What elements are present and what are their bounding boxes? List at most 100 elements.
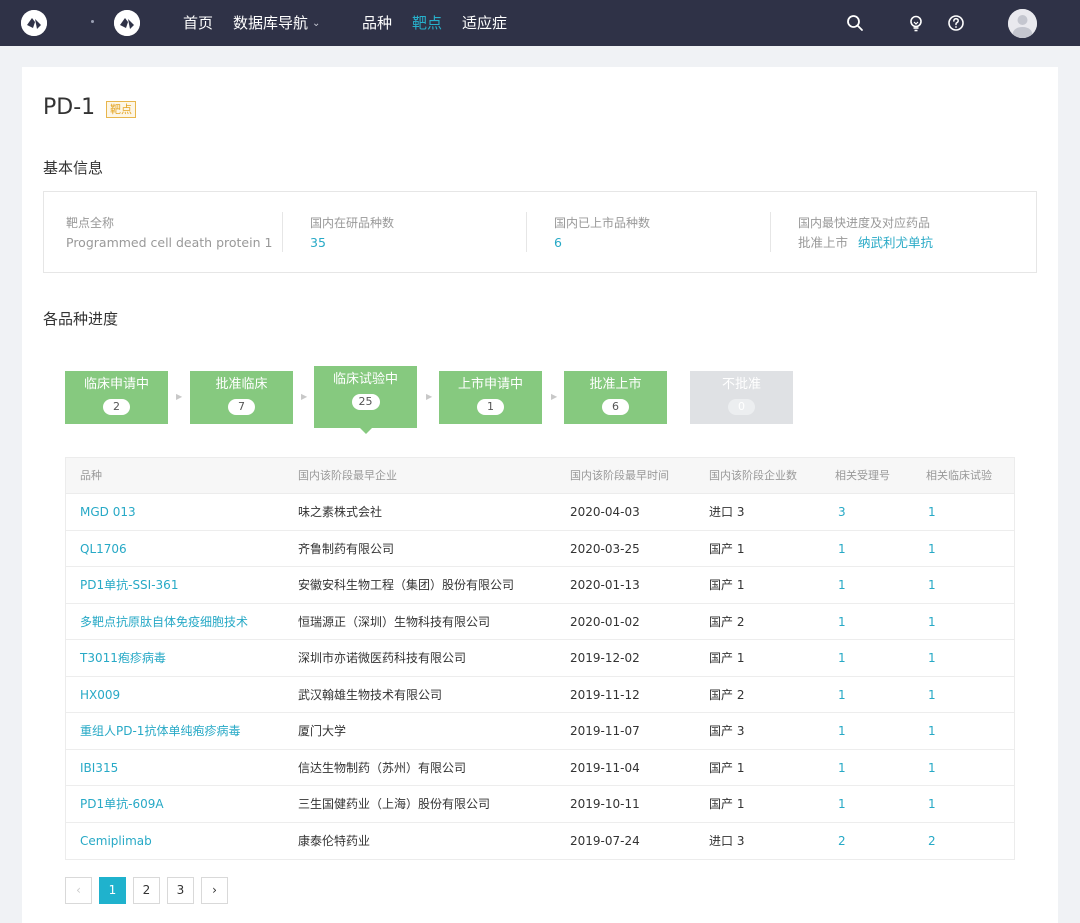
cell-variety-link[interactable]: 重组人PD-1抗体单纯疱疹病毒: [80, 724, 240, 739]
fastest-progress-value: 批准上市 纳武利尤单抗: [798, 235, 933, 251]
cell-earliest-date: 2020-01-13: [570, 578, 640, 592]
table-row: MGD 013 味之素株式会社 2020-04-03 进口 3 3 1: [66, 494, 1014, 531]
stage-clinical-approved[interactable]: 批准临床 7: [190, 371, 293, 424]
cell-company-count: 国产 2: [709, 614, 745, 629]
cell-company-count: 国产 1: [709, 760, 745, 775]
nav-database-label: 数据库导航: [233, 14, 309, 32]
table-row: QL1706 齐鲁制药有限公司 2020-03-25 国产 1 1 1: [66, 531, 1014, 567]
cell-acceptance-no-link[interactable]: 1: [838, 542, 846, 557]
cell-earliest-company: 厦门大学: [298, 724, 347, 738]
stage-label: 不批准: [721, 377, 761, 392]
cell-clinical-trial-link[interactable]: 1: [928, 578, 936, 593]
domestic-marketed-link[interactable]: 6: [554, 235, 650, 251]
cell-clinical-trial-link[interactable]: 1: [928, 651, 936, 666]
col-header-earliest-date: 国内该阶段最早时间: [570, 469, 669, 482]
table-row: Cemiplimab 康泰伦特药业 2019-07-24 进口 3 2 2: [66, 823, 1014, 860]
table-row: PD1单抗-SSI-361 安徽安科生物工程（集团）股份有限公司 2020-01-1…: [66, 567, 1014, 604]
cell-acceptance-no-link[interactable]: 1: [838, 724, 846, 739]
nav-database[interactable]: 数据库导航 ⌄: [233, 14, 320, 33]
nav-home[interactable]: 首页: [183, 14, 213, 32]
cell-earliest-company: 安徽安科生物工程（集团）股份有限公司: [298, 578, 515, 592]
stage-count-badge: 0: [728, 399, 755, 415]
cell-acceptance-no-link[interactable]: 1: [838, 615, 846, 630]
stage-clinical-trial[interactable]: 临床试验中 25: [314, 366, 417, 434]
stage-market-application[interactable]: 上市申请中 1: [439, 371, 542, 424]
domestic-in-research-label: 国内在研品种数: [310, 216, 395, 230]
table-header: 品种 国内该阶段最早企业 国内该阶段最早时间 国内该阶段企业数 相关受理号 相关…: [66, 458, 1014, 494]
cell-company-count: 进口 3: [709, 505, 745, 519]
domestic-marketed: 国内已上市品种数 6: [554, 216, 650, 251]
cell-earliest-date: 2019-12-02: [570, 651, 640, 665]
pagination-next-button[interactable]: ›: [201, 877, 228, 904]
stage-label: 临床试验中: [332, 372, 398, 387]
cell-acceptance-no-link[interactable]: 3: [838, 505, 846, 520]
info-divider: [526, 212, 527, 252]
cell-clinical-trial-link[interactable]: 1: [928, 797, 936, 812]
cell-company-count: 国产 3: [709, 724, 745, 738]
table-body: MGD 013 味之素株式会社 2020-04-03 进口 3 3 1 QL1706 齐鲁制药…: [66, 494, 1014, 859]
cell-variety-link[interactable]: T3011疱疹病毒: [80, 651, 166, 666]
cell-company-count: 国产 1: [709, 651, 745, 665]
main-card: PD-1 靶点 基本信息 靶点全称 Programmed cell death …: [22, 67, 1058, 923]
cell-acceptance-no-link[interactable]: 1: [838, 688, 846, 703]
cell-variety-link[interactable]: HX009: [80, 688, 120, 703]
cell-clinical-trial-link[interactable]: 1: [928, 542, 936, 557]
nav-indications[interactable]: 适应症: [462, 14, 507, 32]
cell-variety-link[interactable]: MGD 013: [80, 505, 136, 520]
cell-clinical-trial-link[interactable]: 1: [928, 615, 936, 630]
nav-targets[interactable]: 靶点: [412, 14, 442, 32]
cell-acceptance-no-link[interactable]: 1: [838, 761, 846, 776]
table-row: 多靶点抗原肽自体免疫细胞技术 恒瑞源正（深圳）生物科技有限公司 2020-01-02…: [66, 604, 1014, 640]
cell-earliest-date: 2019-11-07: [570, 724, 640, 738]
cell-variety-link[interactable]: Cemiplimab: [80, 834, 152, 849]
cell-clinical-trial-link[interactable]: 1: [928, 505, 936, 520]
cell-earliest-company: 齐鲁制药有限公司: [298, 541, 395, 556]
table-row: IBI315 信达生物制药（苏州）有限公司 2019-11-04 国产 1 1 1: [66, 750, 1014, 786]
cell-variety-link[interactable]: QL1706: [80, 542, 127, 557]
help-icon[interactable]: [947, 14, 965, 32]
stage-count-badge: 7: [228, 399, 255, 415]
table-row: PD1单抗-609A 三生国健药业（上海）股份有限公司 2019-10-11 国产 1…: [66, 786, 1014, 823]
domestic-in-research-link[interactable]: 35: [310, 235, 394, 251]
avatar[interactable]: [1008, 9, 1037, 38]
chevron-down-icon: ⌄: [312, 18, 321, 29]
cell-company-count: 进口 3: [709, 833, 745, 848]
cell-clinical-trial-link[interactable]: 1: [928, 688, 936, 703]
chevron-right-icon: ▶: [551, 392, 558, 401]
chevron-right-icon: ▶: [426, 392, 433, 401]
target-tag-badge: 靶点: [106, 101, 136, 118]
pagination-page-1[interactable]: 1: [99, 877, 126, 904]
cell-acceptance-no-link[interactable]: 1: [838, 651, 846, 666]
cell-variety-link[interactable]: PD1单抗-SSI-361: [80, 578, 178, 593]
stage-market-approved[interactable]: 批准上市 6: [564, 371, 667, 424]
info-divider: [770, 212, 771, 252]
logo-icon[interactable]: [21, 10, 47, 36]
page-title: PD-1: [43, 95, 96, 120]
cell-clinical-trial-link[interactable]: 1: [928, 761, 936, 776]
cell-variety-link[interactable]: 多靶点抗原肽自体免疫细胞技术: [80, 615, 248, 630]
nav-varieties[interactable]: 品种: [362, 14, 392, 32]
stage-label: 上市申请中: [457, 377, 523, 392]
pagination-page-2[interactable]: 2: [133, 877, 160, 904]
cell-earliest-date: 2020-04-03: [570, 505, 640, 519]
cell-acceptance-no-link[interactable]: 2: [838, 834, 846, 849]
pagination-page-3[interactable]: 3: [167, 877, 194, 904]
cell-clinical-trial-link[interactable]: 2: [928, 834, 936, 849]
stage-clinical-application[interactable]: 临床申请中 2: [65, 371, 168, 424]
product-logo-icon[interactable]: [114, 10, 140, 36]
cell-earliest-date: 2019-10-11: [570, 797, 640, 811]
cell-variety-link[interactable]: IBI315: [80, 761, 118, 776]
cell-clinical-trial-link[interactable]: 1: [928, 724, 936, 739]
stage-label: 批准上市: [589, 377, 642, 392]
fastest-drug-link[interactable]: 纳武利尤单抗: [858, 235, 933, 250]
pagination-prev-button[interactable]: ‹: [65, 877, 92, 904]
table-row: T3011疱疹病毒 深圳市亦诺微医药科技有限公司 2019-12-02 国产 1 1 1: [66, 640, 1014, 677]
lightbulb-icon[interactable]: [907, 14, 925, 32]
cell-acceptance-no-link[interactable]: 1: [838, 578, 846, 593]
cell-acceptance-no-link[interactable]: 1: [838, 797, 846, 812]
cell-variety-link[interactable]: PD1单抗-609A: [80, 797, 164, 812]
cell-company-count: 国产 1: [709, 797, 745, 811]
search-icon[interactable]: [846, 14, 864, 32]
stage-rejected[interactable]: 不批准 0: [690, 371, 793, 424]
target-full-name: 靶点全称 Programmed cell death protein 1: [66, 216, 272, 251]
